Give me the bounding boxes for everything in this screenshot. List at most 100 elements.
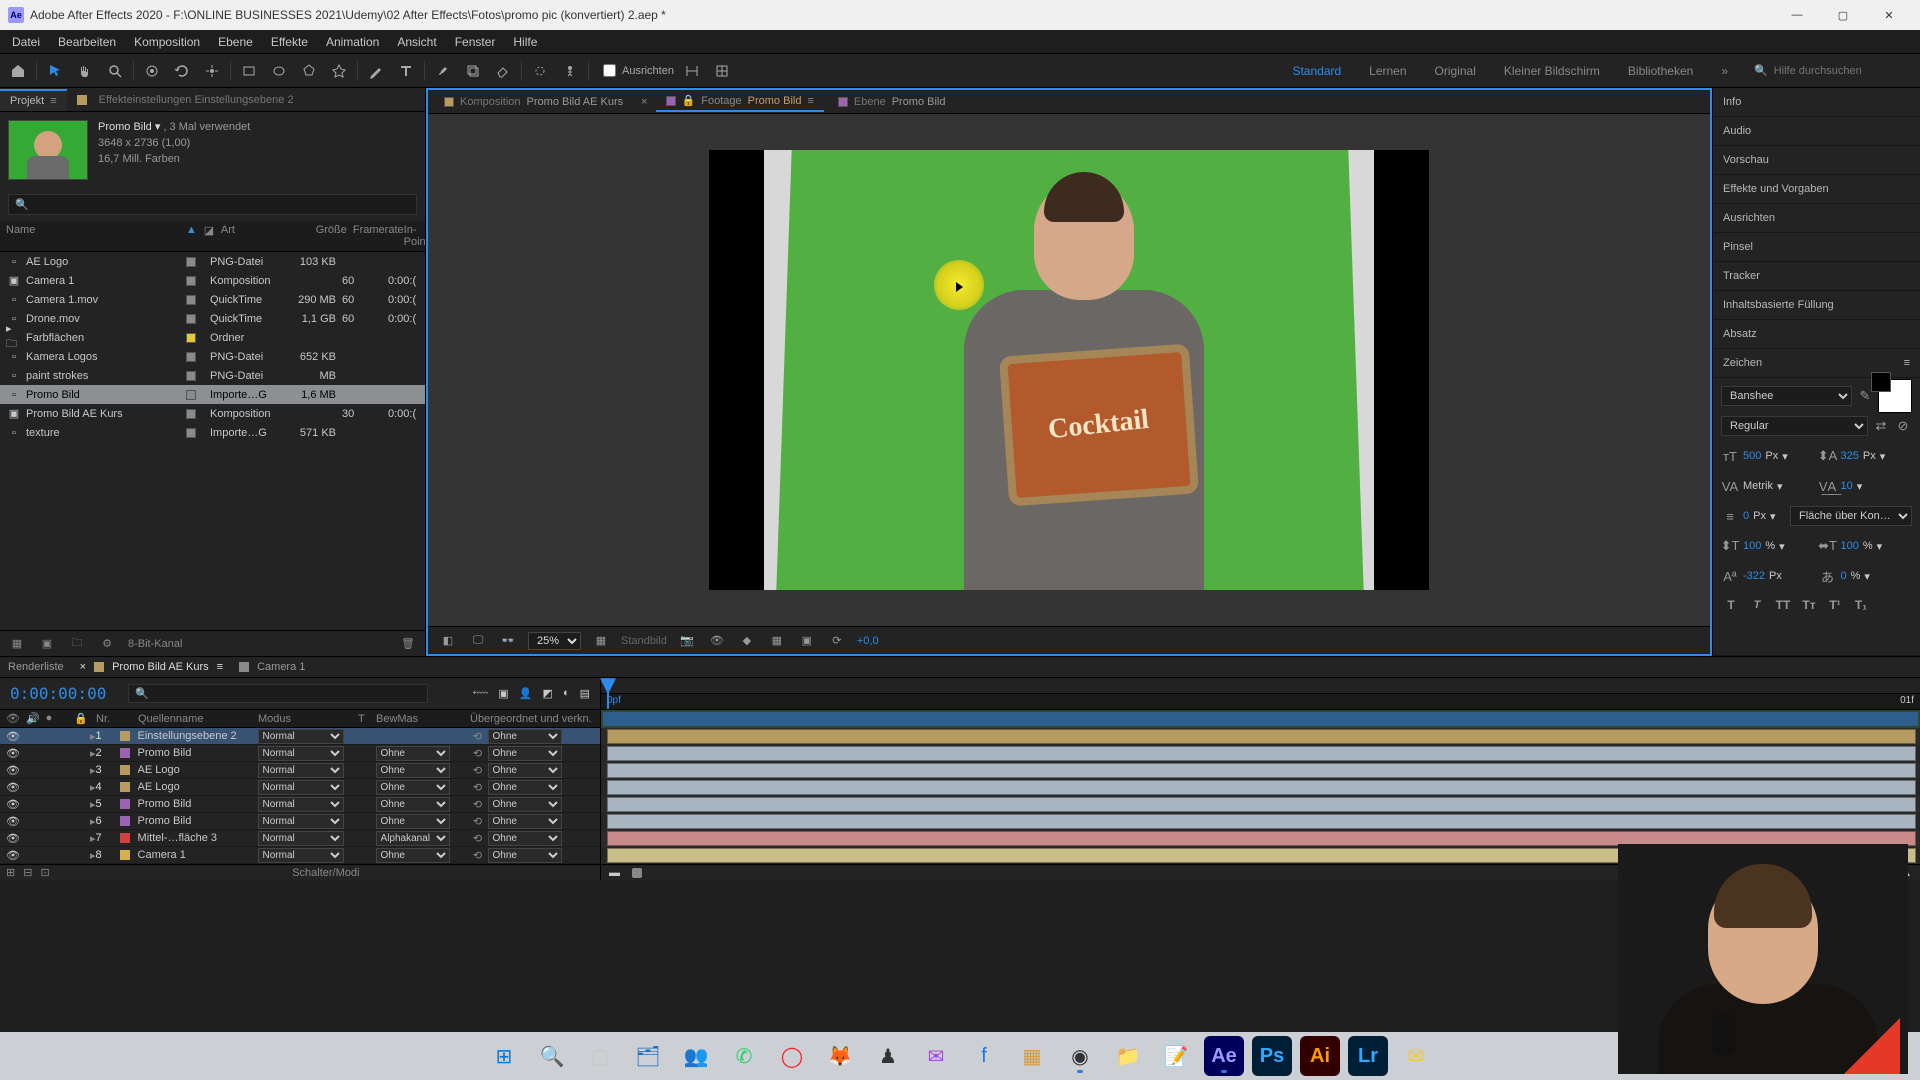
hand-tool-icon[interactable]: [73, 59, 97, 83]
panel-preview[interactable]: Vorschau: [1713, 146, 1920, 175]
workspace-overflow-icon[interactable]: »: [1721, 64, 1728, 78]
text-tool-icon[interactable]: [394, 59, 418, 83]
col-name[interactable]: Name: [6, 224, 186, 248]
layer-duration-bar[interactable]: [607, 814, 1916, 829]
roto-tool-icon[interactable]: [528, 59, 552, 83]
channel-icon[interactable]: ◆: [737, 632, 757, 650]
project-list[interactable]: ▫AE LogoPNG-Datei103 KB▣Camera 1Komposit…: [0, 252, 425, 630]
all-caps-icon[interactable]: TT: [1773, 596, 1793, 614]
eraser-tool-icon[interactable]: [491, 59, 515, 83]
zoom-tool-icon[interactable]: [103, 59, 127, 83]
no-color-icon[interactable]: ⊘: [1894, 417, 1912, 435]
new-folder-icon[interactable]: 🗀: [68, 635, 86, 653]
faux-bold-icon[interactable]: T: [1721, 596, 1741, 614]
grid-icon[interactable]: ▦: [591, 632, 611, 650]
snap-edge-icon[interactable]: [680, 59, 704, 83]
whatsapp-icon[interactable]: ✆: [724, 1036, 764, 1076]
timeline-layer-row[interactable]: 👁▸7Mittel-…fläche 3NormalAlphakanal⟲Ohne: [0, 830, 600, 847]
close-button[interactable]: ✕: [1866, 0, 1912, 30]
app-icon-1[interactable]: ♟: [868, 1036, 908, 1076]
timeline-search[interactable]: 🔍: [128, 684, 428, 703]
viewer-tab-comp[interactable]: KompositionPromo Bild AE Kurs: [434, 93, 633, 111]
messenger-icon[interactable]: ✉: [916, 1036, 956, 1076]
clone-tool-icon[interactable]: [461, 59, 485, 83]
timeline-layer-row[interactable]: 👁▸4AE LogoNormalOhne⟲Ohne: [0, 779, 600, 796]
font-family-select[interactable]: Banshee: [1721, 386, 1852, 406]
lightroom-icon[interactable]: Lr: [1348, 1036, 1388, 1076]
panel-brush[interactable]: Pinsel: [1713, 233, 1920, 262]
photoshop-icon[interactable]: Ps: [1252, 1036, 1292, 1076]
timeline-layer-row[interactable]: 👁▸5Promo BildNormalOhne⟲Ohne: [0, 796, 600, 813]
search-help[interactable]: 🔍: [1754, 64, 1914, 77]
puppet-tool-icon[interactable]: [558, 59, 582, 83]
project-row[interactable]: ▫Promo BildImporte…G1,6 MB: [0, 385, 425, 404]
rotate-tool-icon[interactable]: [170, 59, 194, 83]
home-icon[interactable]: [6, 59, 30, 83]
tracking-value[interactable]: 10: [1841, 480, 1853, 492]
timeline-layer-row[interactable]: 👁▸2Promo BildNormalOhne⟲Ohne: [0, 745, 600, 762]
menu-window[interactable]: Fenster: [447, 32, 504, 52]
col-trackmatte[interactable]: BewMas: [376, 713, 450, 725]
panel-effects[interactable]: Effekte und Vorgaben: [1713, 175, 1920, 204]
workspace-kleiner[interactable]: Kleiner Bildschirm: [1504, 64, 1600, 78]
subscript-icon[interactable]: T₁: [1851, 596, 1871, 614]
brush-tool-icon[interactable]: [431, 59, 455, 83]
menu-effect[interactable]: Effekte: [263, 32, 316, 52]
firefox-icon[interactable]: 🦊: [820, 1036, 860, 1076]
menu-view[interactable]: Ansicht: [389, 32, 444, 52]
obs-icon[interactable]: ◉: [1060, 1036, 1100, 1076]
facebook-icon[interactable]: f: [964, 1036, 1004, 1076]
star-tool-icon[interactable]: [327, 59, 351, 83]
fill-order-select[interactable]: Fläche über Kon…: [1790, 506, 1912, 526]
timeline-layer-row[interactable]: 👁▸8Camera 1NormalOhne⟲Ohne: [0, 847, 600, 864]
pen-tool-icon[interactable]: [364, 59, 388, 83]
playhead[interactable]: [607, 678, 609, 709]
orbit-tool-icon[interactable]: [140, 59, 164, 83]
search-help-input[interactable]: [1774, 65, 1916, 77]
zoom-out-icon[interactable]: ▬: [609, 867, 620, 879]
col-type[interactable]: Art: [221, 224, 297, 248]
project-row[interactable]: ▫paint strokesPNG-DateiMB: [0, 366, 425, 385]
menu-layer[interactable]: Ebene: [210, 32, 261, 52]
layer-duration-bar[interactable]: [607, 746, 1916, 761]
tab-close-icon[interactable]: ×: [637, 96, 651, 108]
exposure-value[interactable]: +0,0: [857, 635, 879, 647]
timeline-layer-list[interactable]: 👁▸1Einstellungsebene 2Normal⟲Ohne👁▸2Prom…: [0, 728, 600, 864]
project-row[interactable]: ▸ 🗀FarbflächenOrdner: [0, 328, 425, 347]
ellipse-tool-icon[interactable]: [267, 59, 291, 83]
leading-value[interactable]: 325: [1841, 450, 1859, 462]
new-comp-icon[interactable]: ▣: [38, 635, 56, 653]
project-row[interactable]: ▫Kamera LogosPNG-Datei652 KB: [0, 347, 425, 366]
swap-colors-icon[interactable]: ⇄: [1872, 417, 1890, 435]
hscale-value[interactable]: 100: [1841, 540, 1859, 552]
small-caps-icon[interactable]: Tᴛ: [1799, 596, 1819, 614]
project-row[interactable]: ▫Camera 1.movQuickTime290 MB600:00:(: [0, 290, 425, 309]
project-search[interactable]: 🔍: [8, 194, 417, 215]
timeline-zoom-slider[interactable]: [632, 868, 642, 878]
timeline-layer-row[interactable]: 👁▸3AE LogoNormalOhne⟲Ohne: [0, 762, 600, 779]
col-size[interactable]: Größe: [297, 224, 353, 248]
opera-icon[interactable]: ◯: [772, 1036, 812, 1076]
workspace-bibliotheken[interactable]: Bibliotheken: [1628, 64, 1693, 78]
color-depth[interactable]: 8-Bit-Kanal: [128, 638, 182, 650]
col-inpoint[interactable]: In-Point: [404, 224, 429, 248]
sort-arrow-icon[interactable]: ▲: [186, 224, 197, 248]
snap-grid-icon[interactable]: [710, 59, 734, 83]
illustrator-icon[interactable]: Ai: [1300, 1036, 1340, 1076]
menu-animation[interactable]: Animation: [318, 32, 387, 52]
schaltermodi-label[interactable]: Schalter/Modi: [58, 867, 594, 879]
project-row[interactable]: ▣Promo Bild AE KursKomposition300:00:(: [0, 404, 425, 423]
task-view-icon[interactable]: ▢: [580, 1036, 620, 1076]
project-row[interactable]: ▫AE LogoPNG-Datei103 KB: [0, 252, 425, 271]
alpha-icon[interactable]: ◧: [438, 632, 458, 650]
font-style-select[interactable]: Regular: [1721, 416, 1868, 436]
teams-icon[interactable]: 👥: [676, 1036, 716, 1076]
viewer-tab-layer[interactable]: EbenePromo Bild: [828, 93, 956, 111]
toggle-parent-icon[interactable]: ⊡: [40, 866, 49, 879]
tab-timeline-camera[interactable]: Camera 1: [239, 661, 305, 673]
notepad-icon[interactable]: 📝: [1156, 1036, 1196, 1076]
snapshot-icon[interactable]: 📷: [677, 632, 697, 650]
layer-duration-bar[interactable]: [607, 729, 1916, 744]
minimize-button[interactable]: —: [1774, 0, 1820, 30]
tab-renderlist[interactable]: Renderliste: [8, 661, 64, 673]
